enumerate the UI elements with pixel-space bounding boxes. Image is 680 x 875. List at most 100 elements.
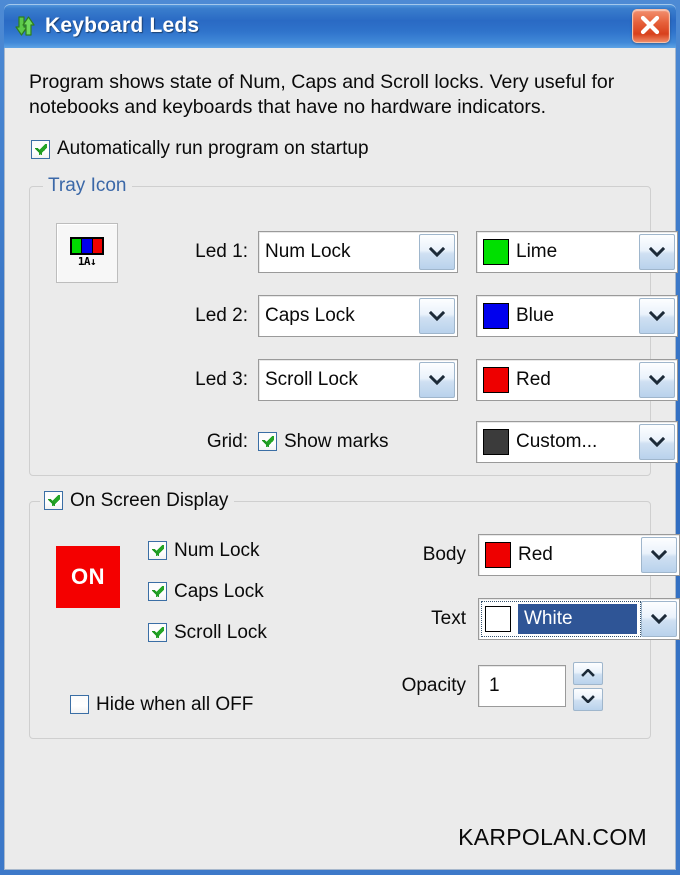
chevron-down-icon[interactable] [639, 423, 675, 460]
checkbox-box [148, 623, 167, 642]
window-title: Keyboard Leds [45, 14, 200, 37]
chevron-down-icon[interactable] [419, 297, 455, 334]
osd-text-color-value: White [524, 607, 573, 629]
osd-opacity-label: Opacity [401, 675, 466, 696]
grid-label: Grid: [206, 430, 248, 452]
opacity-increment-button[interactable] [573, 661, 603, 685]
led-3-lock-value: Scroll Lock [265, 368, 358, 390]
autorun-checkbox[interactable]: Automatically run program on startup [31, 138, 369, 160]
led-2-lock-field: Caps Lock [261, 298, 419, 334]
chevron-down-icon[interactable] [641, 536, 677, 573]
application-window: Keyboard Leds Program shows state of Num… [0, 0, 680, 875]
led-2-lock-combo[interactable]: Caps Lock [258, 294, 458, 337]
led-3-color-value: Red [516, 368, 551, 390]
autorun-label: Automatically run program on startup [57, 138, 369, 159]
led-2-color-combo[interactable]: Blue [476, 294, 678, 337]
led-row-3: Led 3: Scroll Lock Red [148, 358, 678, 401]
led-1-lock-field: Num Lock [261, 234, 419, 270]
hide-when-off-label: Hide when all OFF [96, 693, 254, 715]
osd-enable-checkbox[interactable]: On Screen Display [44, 490, 228, 512]
osd-scroll-lock-checkbox[interactable]: Scroll Lock [148, 622, 267, 644]
osd-body-row: Body Red [390, 533, 680, 576]
led-3-color-swatch [483, 366, 509, 393]
autorun-row: Automatically run program on startup [31, 138, 655, 164]
tray-preview-bar-2 [82, 239, 93, 253]
chevron-down-icon[interactable] [639, 297, 675, 334]
led-1-color-field: Lime [479, 234, 639, 270]
osd-body-color-value: Red [518, 543, 553, 565]
osd-settings-column: Body Red Text White Opacity 1 [390, 533, 680, 711]
chevron-down-icon[interactable] [641, 600, 677, 637]
led-1-lock-value: Num Lock [265, 240, 351, 262]
led-2-color-swatch [483, 302, 509, 329]
checkbox-box [44, 491, 63, 510]
led-3-color-field: Red [479, 362, 639, 398]
chevron-down-icon[interactable] [639, 233, 675, 270]
chevron-down-icon[interactable] [419, 361, 455, 398]
footer-brand: KARPOLAN.COM [458, 824, 647, 850]
grid-row: Grid: Show marks Custom... [148, 420, 678, 463]
osd-num-lock-checkbox[interactable]: Num Lock [148, 540, 260, 562]
checkbox-box [148, 541, 167, 560]
osd-body-color-swatch [485, 541, 511, 568]
show-marks-checkbox[interactable]: Show marks [258, 431, 389, 453]
title-bar[interactable]: Keyboard Leds [4, 4, 676, 48]
opacity-input[interactable]: 1 [478, 665, 566, 707]
tray-group-body: 1A↓ Led 1: Num Lock Lime Led 2: Caps Loc… [30, 215, 678, 475]
tray-preview-bars [70, 237, 104, 255]
osd-body-color-field: Red [481, 537, 641, 573]
osd-group-title: On Screen Display [70, 489, 229, 511]
tray-icon-group-label: Tray Icon [43, 174, 132, 197]
checkbox-box [148, 582, 167, 601]
osd-preview-text: ON [71, 563, 105, 589]
tray-preview-bar-1 [72, 239, 83, 253]
osd-caps-lock-label: Caps Lock [174, 580, 264, 602]
led-3-lock-combo[interactable]: Scroll Lock [258, 358, 458, 401]
osd-text-label: Text [431, 607, 466, 629]
hide-when-off-checkbox[interactable]: Hide when all OFF [70, 694, 253, 716]
led-1-lock-combo[interactable]: Num Lock [258, 230, 458, 273]
led-1-color-combo[interactable]: Lime [476, 230, 678, 273]
osd-text-row: Text White [390, 597, 680, 640]
led-row-1: Led 1: Num Lock Lime [148, 230, 678, 273]
osd-text-color-field: White [481, 600, 641, 637]
checkbox-box [70, 695, 89, 714]
led-row-2: Led 2: Caps Lock Blue [148, 294, 678, 337]
grid-color-field: Custom... [479, 424, 639, 460]
checkbox-box [258, 432, 277, 451]
grid-color-value: Custom... [516, 430, 598, 452]
tray-preview-bar-3 [92, 239, 102, 253]
osd-body-color-combo[interactable]: Red [478, 533, 680, 576]
osd-preview: ON [56, 545, 120, 608]
led-1-color-value: Lime [516, 240, 558, 262]
led-2-lock-value: Caps Lock [265, 304, 355, 326]
osd-scroll-lock-label: Scroll Lock [174, 621, 267, 643]
led-1-label: Led 1: [195, 240, 248, 262]
osd-text-color-swatch [485, 605, 511, 632]
client-area: Program shows state of Num, Caps and Scr… [4, 48, 680, 870]
opacity-decrement-button[interactable] [573, 687, 603, 711]
grid-color-combo[interactable]: Custom... [476, 420, 678, 463]
show-marks-wrap: Show marks [258, 431, 458, 453]
tray-icon-group: Tray Icon 1A↓ Led 1: Num Lock Lime Led 2… [29, 174, 678, 476]
close-button[interactable] [632, 9, 670, 43]
osd-text-selection-highlight: White [518, 603, 637, 634]
osd-num-lock-label: Num Lock [174, 539, 260, 561]
opacity-stepper [573, 661, 603, 711]
led-3-color-combo[interactable]: Red [476, 358, 678, 401]
led-2-label: Led 2: [195, 304, 248, 326]
led-2-color-field: Blue [479, 298, 639, 334]
on-screen-display-group: On Screen Display ON Num Lock Caps Lock [29, 489, 680, 739]
osd-caps-lock-checkbox[interactable]: Caps Lock [148, 581, 264, 603]
led-3-label: Led 3: [195, 368, 248, 390]
grid-color-swatch [483, 428, 509, 455]
osd-text-color-combo[interactable]: White [478, 597, 680, 640]
led-3-lock-field: Scroll Lock [261, 362, 419, 398]
description-text: Program shows state of Num, Caps and Scr… [29, 71, 615, 118]
osd-lock-checkbox-list: Num Lock Caps Lock Scroll Lock [148, 540, 267, 663]
chevron-down-icon[interactable] [419, 233, 455, 270]
tray-preview-sublabel: 1A↓ [77, 255, 97, 268]
osd-opacity-row: Opacity 1 [390, 661, 680, 711]
led-1-color-swatch [483, 238, 509, 265]
chevron-down-icon[interactable] [639, 361, 675, 398]
